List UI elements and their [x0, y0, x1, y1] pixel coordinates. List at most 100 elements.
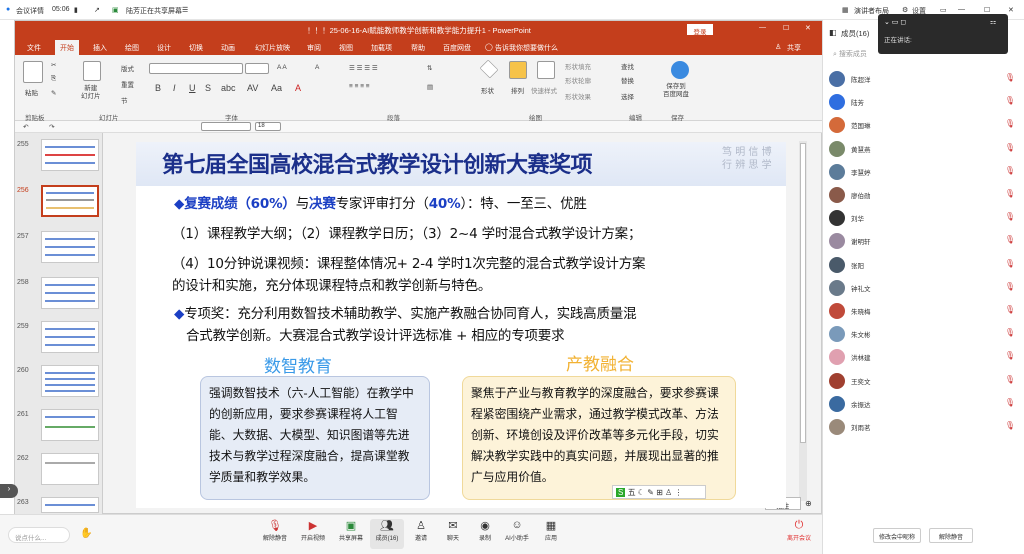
mic-muted-icon[interactable]: 🎙︎	[1005, 259, 1015, 268]
paste-icon[interactable]	[23, 61, 43, 83]
members-button[interactable]: 👥︎ 成员(16)	[370, 519, 404, 549]
undo-icon[interactable]: ↶	[23, 123, 28, 131]
tab-draw[interactable]: 绘图	[125, 43, 139, 53]
member-row[interactable]: 钟礼文 🎙︎	[829, 277, 1019, 299]
text-direction-icon[interactable]: ⇅	[427, 64, 432, 72]
tab-animations[interactable]: 动画	[221, 43, 235, 53]
slide-thumb[interactable]	[41, 277, 99, 309]
strikethrough-icon[interactable]: abc	[221, 83, 236, 93]
gear-icon[interactable]: ⚙	[902, 6, 908, 14]
bullets-icon[interactable]: ☰ ☰ ☰ ☰	[349, 64, 378, 72]
slide-thumb[interactable]	[41, 497, 99, 513]
minimize-icon[interactable]: —	[958, 6, 965, 13]
shape-fill-button[interactable]: 形状填充	[565, 61, 591, 71]
video-button[interactable]: ▶ 开启视频	[296, 519, 330, 542]
slide-thumb[interactable]	[41, 453, 99, 485]
bold-icon[interactable]: B	[155, 83, 161, 93]
mic-muted-icon[interactable]: 🎙︎	[1005, 375, 1015, 384]
shadow-icon[interactable]: S	[205, 83, 211, 93]
slide-thumb[interactable]	[41, 139, 99, 171]
replace-button[interactable]: 替换	[621, 75, 634, 85]
member-row[interactable]: 陆芳 🎙︎	[829, 91, 1019, 113]
member-row[interactable]: 范国琳 🎙︎	[829, 114, 1019, 136]
layout-button[interactable]: 版式	[121, 63, 134, 73]
mic-muted-icon[interactable]: 🎙︎	[1005, 282, 1015, 291]
member-row[interactable]: 刘华 🎙︎	[829, 207, 1019, 229]
window-icon[interactable]: ▭	[940, 6, 947, 14]
mic-muted-icon[interactable]: 🎙︎	[1005, 189, 1015, 198]
mic-muted-icon[interactable]: 🎙︎	[1005, 119, 1015, 128]
member-search[interactable]: ⌕ 搜索成员	[829, 46, 885, 60]
tab-slideshow[interactable]: 幻灯片放映	[255, 43, 290, 53]
clear-format-icon[interactable]: A	[315, 64, 319, 71]
slide-thumb[interactable]	[41, 321, 99, 353]
shape-icon[interactable]	[479, 59, 499, 79]
select-button[interactable]: 选择	[621, 91, 634, 101]
chat-button[interactable]: ✉ 聊天	[436, 519, 470, 542]
copy-icon[interactable]: ⎘	[51, 75, 56, 83]
member-row[interactable]: 谢明轩 🎙︎	[829, 230, 1019, 252]
underline-icon[interactable]: U	[189, 83, 196, 93]
tab-help[interactable]: 帮助	[411, 43, 425, 53]
member-row[interactable]: 余振达 🎙︎	[829, 393, 1019, 415]
smartart-icon[interactable]: ▤	[427, 83, 433, 91]
shape-outline-button[interactable]: 形状轮廓	[565, 75, 591, 85]
new-slide-button[interactable]: 新建 幻灯片	[81, 85, 101, 101]
tab-file[interactable]: 文件	[27, 43, 41, 53]
font-size-mini[interactable]: 18	[255, 122, 281, 131]
format-painter-icon[interactable]: ✎	[51, 89, 56, 97]
member-row[interactable]: 王奕文 🎙︎	[829, 370, 1019, 392]
share-button[interactable]: 共享	[787, 43, 801, 53]
font-color-icon[interactable]: A	[295, 83, 301, 93]
expand-arrow-icon[interactable]: ›	[0, 484, 18, 498]
member-row[interactable]: 朱文彬 🎙︎	[829, 323, 1019, 345]
leave-button[interactable]: ⏻ 离开会议	[782, 519, 816, 542]
shape-button[interactable]: 形状	[481, 85, 494, 95]
mic-muted-icon[interactable]: 🎙︎	[1005, 421, 1015, 430]
member-row[interactable]: 廖伯勋 🎙︎	[829, 184, 1019, 206]
redo-icon[interactable]: ↷	[49, 123, 54, 131]
mic-muted-icon[interactable]: 🎙︎	[1005, 351, 1015, 360]
save-to-baidu-button[interactable]: 保存到 百度网盘	[663, 83, 689, 99]
section-button[interactable]: 节	[121, 95, 128, 105]
font-name-mini[interactable]	[201, 122, 251, 131]
font-size-field[interactable]	[245, 63, 269, 74]
slide-thumb[interactable]	[41, 409, 99, 441]
tab-home[interactable]: 开始	[55, 40, 79, 55]
member-row[interactable]: 洪林建 🎙︎	[829, 346, 1019, 368]
new-slide-icon[interactable]	[83, 61, 101, 81]
mic-muted-icon[interactable]: 🎙︎	[1005, 328, 1015, 337]
unmute-button[interactable]: 🎙︎ 解除静音	[258, 519, 292, 542]
scrollbar-thumb[interactable]	[800, 143, 806, 443]
close-icon[interactable]: ✕	[805, 24, 811, 32]
slide-thumb-selected[interactable]	[41, 185, 99, 217]
member-row[interactable]: 陈超洋 🎙︎	[829, 68, 1019, 90]
more-icon[interactable]: ⚏	[990, 18, 996, 26]
close-icon[interactable]: ✕	[1008, 6, 1014, 14]
align-icon[interactable]: ≡ ≡ ≡ ≡	[349, 83, 370, 90]
mic-muted-icon[interactable]: 🎙︎	[1005, 73, 1015, 82]
tab-view[interactable]: 视图	[339, 43, 353, 53]
apps-button[interactable]: ▦ 应用	[534, 519, 568, 542]
mic-muted-icon[interactable]: 🎙︎	[1005, 305, 1015, 314]
reset-button[interactable]: 重置	[121, 79, 134, 89]
font-grow-icon[interactable]: A A	[277, 64, 287, 71]
tab-addins[interactable]: 加载项	[371, 43, 392, 53]
member-row[interactable]: 张阳 🎙︎	[829, 254, 1019, 276]
tab-design[interactable]: 设计	[157, 43, 171, 53]
tab-transitions[interactable]: 切换	[189, 43, 203, 53]
member-row[interactable]: 黄慧燕 🎙︎	[829, 138, 1019, 160]
unmute-all-button[interactable]: 解除静音	[929, 528, 973, 543]
maximize-icon[interactable]: ☐	[783, 24, 789, 32]
vertical-scrollbar[interactable]	[799, 141, 807, 501]
member-row[interactable]: 李慧婷 🎙︎	[829, 161, 1019, 183]
cut-icon[interactable]: ✂	[51, 61, 56, 69]
mic-muted-icon[interactable]: 🎙︎	[1005, 143, 1015, 152]
share-screen-button[interactable]: ▣ 共享屏幕	[334, 519, 368, 542]
ai-assistant-button[interactable]: ☺ AI小助手	[500, 519, 534, 542]
mic-muted-icon[interactable]: 🎙︎	[1005, 398, 1015, 407]
arrange-icon[interactable]	[509, 61, 527, 79]
font-name-field[interactable]	[149, 63, 243, 74]
raise-hand-icon[interactable]: ✋	[80, 528, 92, 539]
minimize-icon[interactable]: —	[759, 24, 766, 31]
